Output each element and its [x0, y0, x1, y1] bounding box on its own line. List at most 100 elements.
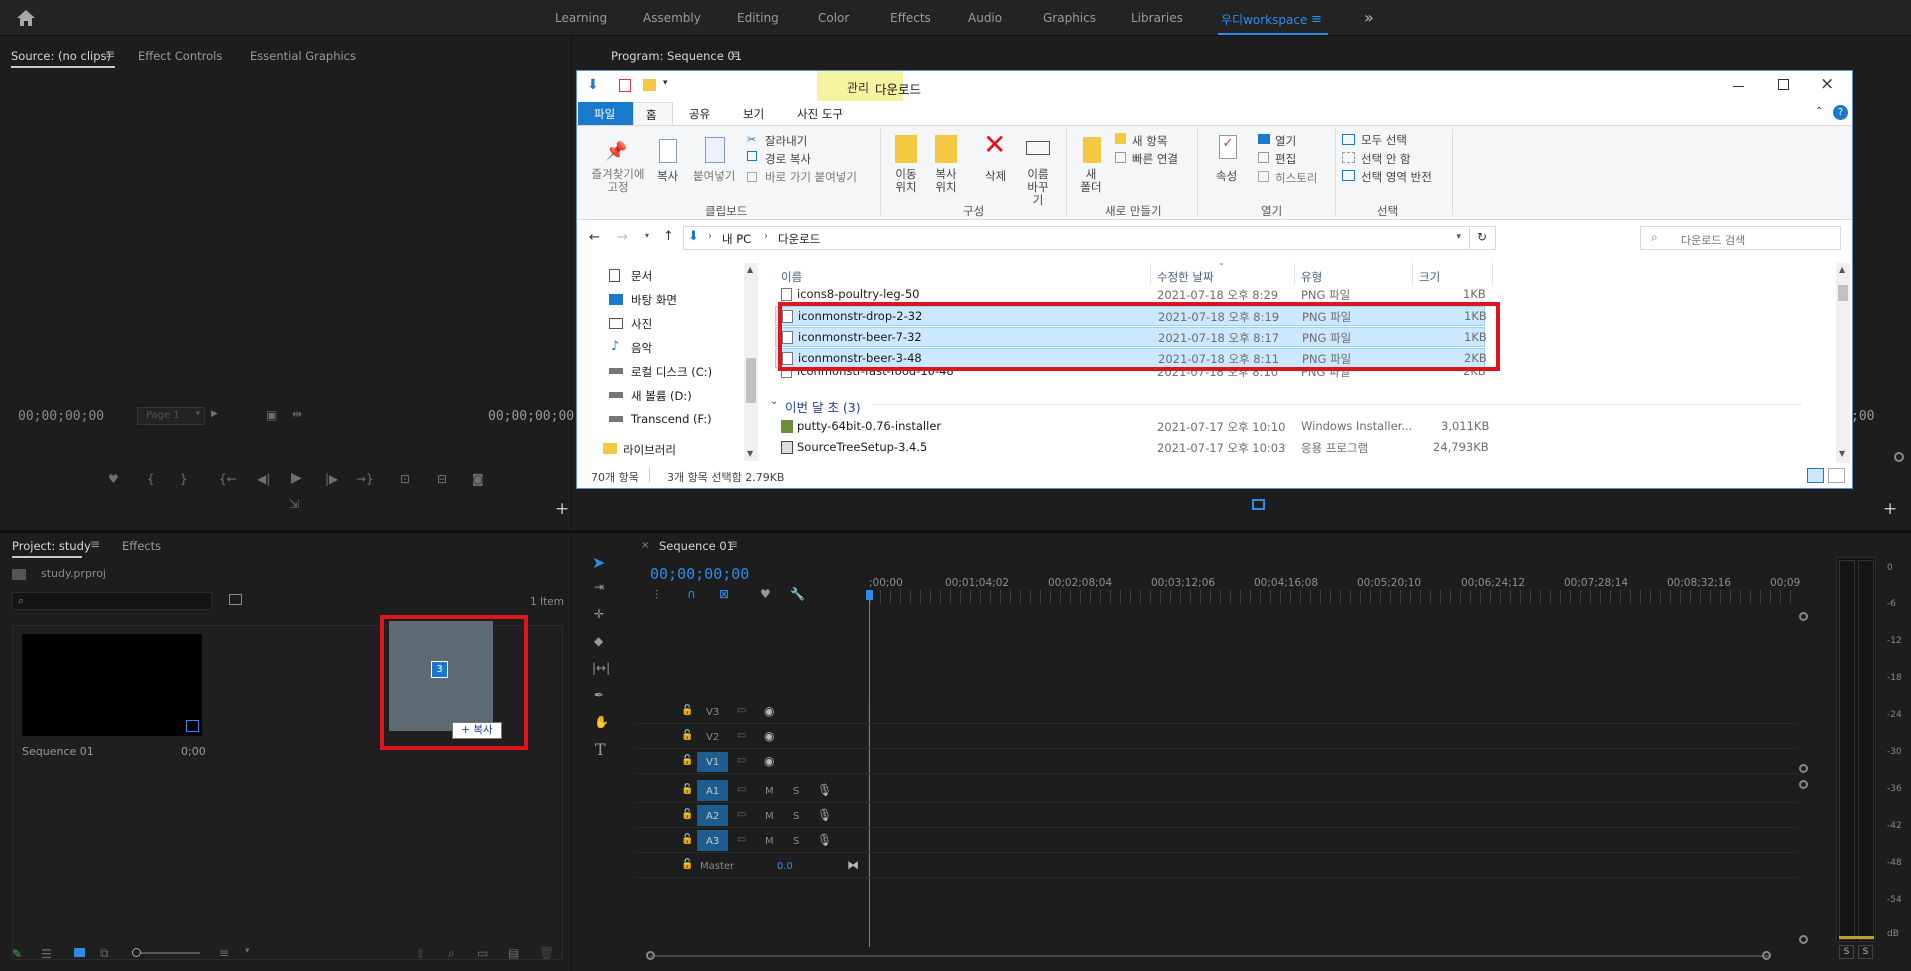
master-volume[interactable]: 0.0 — [777, 861, 793, 872]
freeform-view-icon[interactable]: ⧉ — [100, 946, 109, 961]
list-view-icon[interactable]: ☰ — [41, 947, 52, 961]
horizontal-scroll-knob[interactable] — [646, 951, 655, 960]
write-icon[interactable]: ✎ — [12, 947, 22, 961]
help-icon[interactable]: ? — [1833, 105, 1848, 120]
toggle-sync-icon[interactable]: ▭ — [737, 730, 746, 741]
program-timecode-right[interactable]: ;00 — [1851, 409, 1874, 424]
project-search-input[interactable]: ⌕ — [12, 592, 212, 610]
vertical-scroll-knob[interactable] — [1799, 780, 1808, 789]
source-menu-icon[interactable]: ≡ — [105, 47, 115, 61]
tab-project[interactable]: Project: study — [12, 539, 91, 553]
mark-in-icon[interactable]: { — [147, 472, 155, 486]
go-to-in-icon[interactable]: {← — [219, 472, 237, 486]
new-item-button[interactable]: 새 항목 — [1132, 133, 1167, 149]
copy-path-button[interactable]: 경로 복사 — [765, 151, 811, 167]
go-to-end-icon[interactable]: ⧓ — [847, 858, 859, 872]
hand-tool-icon[interactable]: ✋ — [594, 715, 609, 729]
eye-icon[interactable]: ◉ — [764, 704, 774, 718]
nav-documents[interactable]: 문서 — [631, 268, 652, 284]
meter-solo-left[interactable]: S — [1839, 945, 1854, 959]
slip-tool-icon[interactable]: |↔| — [592, 661, 610, 675]
track-label-a3[interactable]: A3 — [706, 836, 719, 847]
safe-margins-icon[interactable]: ▣ — [266, 408, 277, 422]
tab-effects[interactable]: Effects — [122, 539, 161, 553]
maximize-icon[interactable] — [1778, 79, 1789, 90]
toggle-sync-icon[interactable]: ▭ — [737, 755, 746, 766]
workspace-assembly[interactable]: Assembly — [643, 11, 701, 25]
workspace-learning[interactable]: Learning — [555, 11, 607, 25]
properties-button[interactable]: 속성 — [1216, 168, 1237, 184]
search-icon[interactable]: ⌕ — [448, 946, 455, 961]
mute-button[interactable]: M — [765, 836, 774, 847]
add-button-icon[interactable]: + — [1883, 499, 1897, 519]
copy-button[interactable]: 복사 — [657, 168, 678, 184]
vertical-scroll-knob[interactable] — [1799, 935, 1808, 944]
breadcrumb-pc[interactable]: 내 PC — [722, 231, 751, 247]
toggle-sync-icon[interactable]: ▭ — [737, 705, 746, 716]
paste-icon[interactable] — [705, 137, 725, 163]
copy-to-icon[interactable] — [935, 135, 957, 163]
chevron-down-icon[interactable]: ⌄ — [770, 396, 778, 407]
wrench-icon[interactable]: 🔧 — [790, 587, 805, 601]
track-label-v2[interactable]: V2 — [706, 732, 719, 743]
pin-icon[interactable]: 📌 — [605, 141, 627, 162]
workspace-editing[interactable]: Editing — [737, 11, 779, 25]
go-to-out-icon[interactable]: →} — [356, 472, 374, 486]
select-all-button[interactable]: 모두 선택 — [1361, 132, 1407, 148]
ripple-edit-tool-icon[interactable]: ✛ — [594, 607, 604, 621]
cut-icon[interactable]: ✂ — [747, 133, 756, 146]
rename-button[interactable]: 이름 바꾸기 — [1023, 168, 1053, 207]
nav-drive-c[interactable]: 로컬 디스크 (C:) — [631, 364, 712, 380]
select-all-icon[interactable] — [1342, 134, 1355, 145]
track-label-v3[interactable]: V3 — [706, 707, 719, 718]
chevron-down-icon[interactable]: ▾ — [1456, 232, 1461, 242]
group-header[interactable]: 이번 달 초 (3) — [785, 397, 861, 416]
new-folder-qa-icon[interactable] — [643, 79, 656, 91]
razor-tool-icon[interactable]: ◆ — [594, 634, 603, 648]
paste-button[interactable]: 붙여넣기 — [693, 168, 735, 184]
zoom-slider-knob[interactable] — [132, 948, 141, 957]
forward-icon[interactable]: → — [617, 230, 628, 245]
track-label-a1[interactable]: A1 — [706, 786, 719, 797]
playhead-handle[interactable] — [866, 590, 873, 600]
nav-scroll-down-icon[interactable]: ▼ — [747, 449, 753, 458]
track-select-tool-icon[interactable]: ⇥ — [594, 580, 604, 594]
edit-icon[interactable] — [1258, 152, 1269, 163]
add-marker-icon[interactable]: ♥ — [760, 587, 771, 601]
program-playhead-knob[interactable] — [1894, 452, 1904, 462]
easy-access-button[interactable]: 빠른 연결 — [1132, 151, 1178, 167]
vertical-scroll-knob[interactable] — [1799, 764, 1808, 773]
lock-icon[interactable]: 🔓 — [681, 809, 693, 820]
new-folder-icon[interactable] — [1083, 137, 1101, 163]
snap-icon[interactable]: ∩ — [687, 587, 696, 601]
rename-icon[interactable] — [1026, 141, 1050, 155]
mark-out-icon[interactable]: } — [180, 472, 188, 486]
vertical-scroll-knob[interactable] — [1799, 612, 1808, 621]
horizontal-scrollbar[interactable] — [650, 955, 1770, 957]
copy-icon[interactable] — [659, 139, 677, 163]
more-workspaces-icon[interactable]: » — [1364, 8, 1374, 27]
timeline-timecode[interactable]: 00;00;00;00 — [650, 565, 749, 583]
workspace-color[interactable]: Color — [818, 11, 849, 25]
program-menu-icon[interactable]: ≡ — [730, 47, 740, 61]
microphone-icon[interactable]: 🎙 — [817, 833, 832, 847]
column-type[interactable]: 유형 — [1301, 269, 1322, 285]
tab-sequence[interactable]: Sequence 01 — [659, 539, 734, 553]
sort-icon[interactable]: ≡ — [219, 946, 229, 960]
select-none-button[interactable]: 선택 안 함 — [1361, 151, 1411, 167]
eye-icon[interactable]: ◉ — [764, 729, 774, 743]
open-button[interactable]: 열기 — [1275, 133, 1296, 149]
back-icon[interactable]: ← — [589, 230, 600, 245]
new-bin-icon[interactable]: ▭ — [477, 946, 488, 960]
history-button[interactable]: 히스토리 — [1275, 170, 1317, 186]
list-scroll-thumb[interactable] — [1838, 285, 1848, 301]
paste-shortcut-button[interactable]: 바로 가기 붙여넣기 — [765, 169, 857, 185]
add-marker-icon[interactable]: ♥ — [108, 472, 119, 486]
zoom-slider[interactable] — [132, 948, 200, 957]
lock-icon[interactable]: 🔓 — [681, 834, 693, 845]
step-back-icon[interactable]: ◀| — [257, 472, 270, 486]
close-icon[interactable]: × — [1820, 74, 1834, 94]
pen-tool-icon[interactable]: ✒ — [594, 688, 604, 702]
new-folder-button[interactable]: 새 폴더 — [1079, 168, 1103, 194]
ribbon-collapse-icon[interactable]: ⌃ — [1815, 106, 1823, 117]
